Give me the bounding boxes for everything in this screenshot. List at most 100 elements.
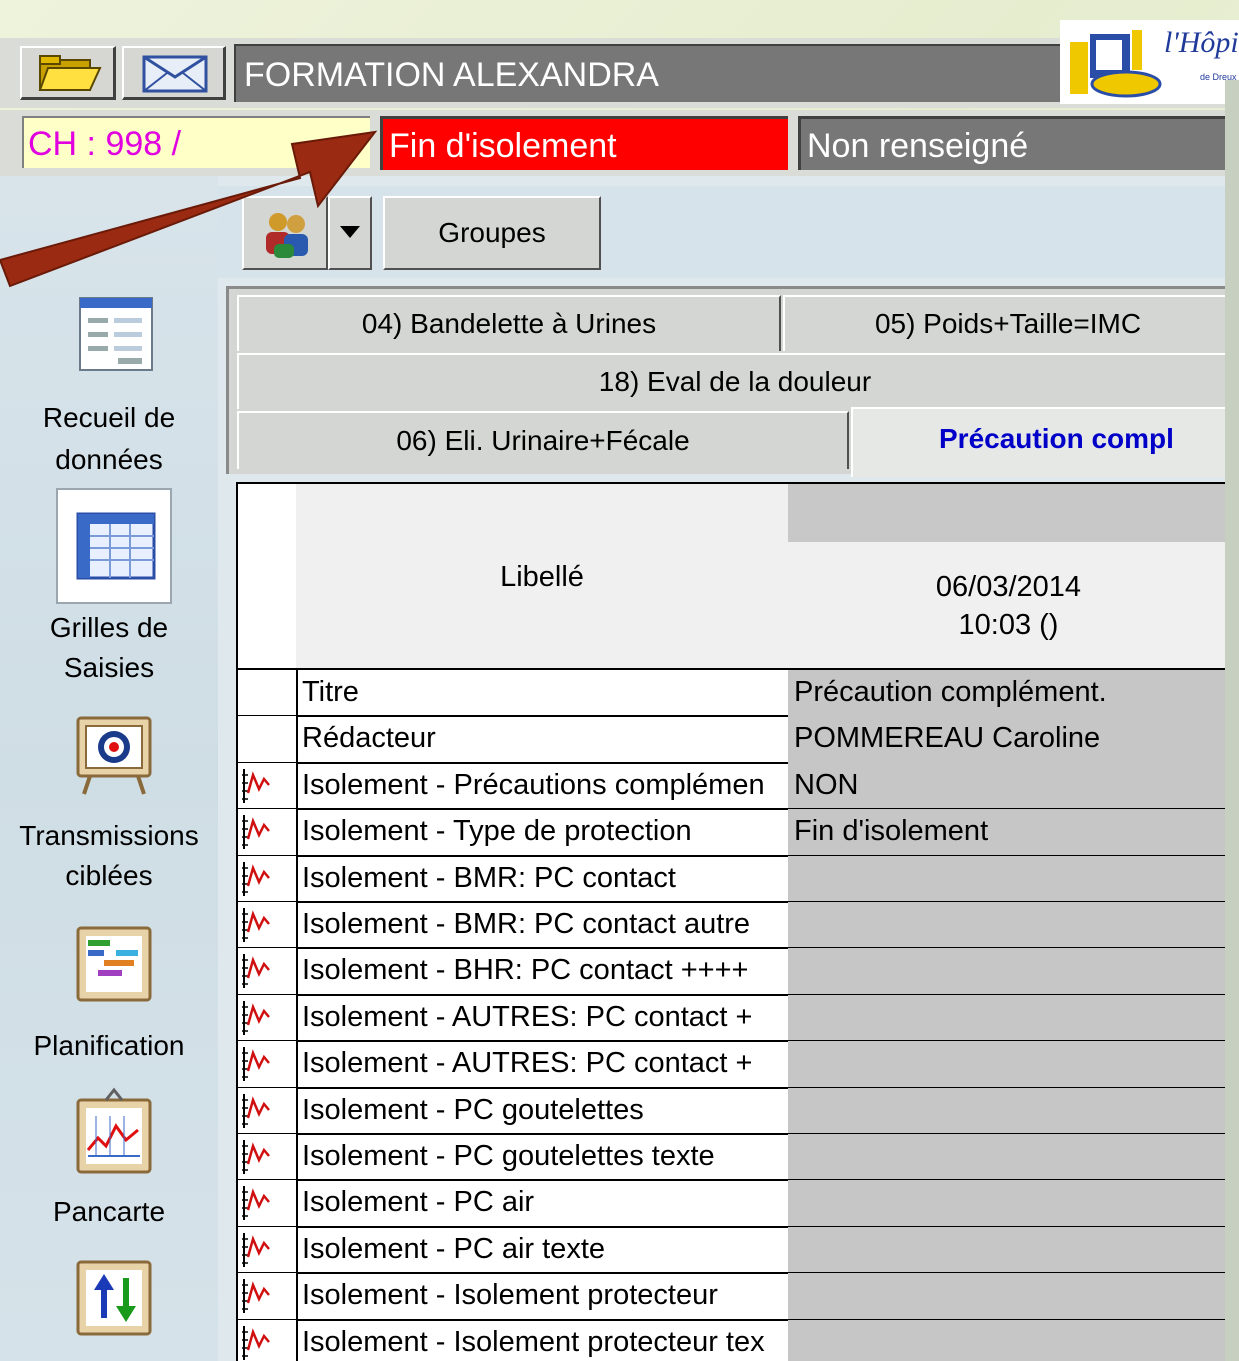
row-value-cell[interactable] [788, 1319, 1225, 1361]
target-icon [76, 716, 152, 795]
date-group-header [788, 484, 1225, 544]
row-value-cell[interactable]: POMMEREAU Caroline [788, 716, 1225, 764]
sidebar-label-grilles-1: Grilles de [49, 612, 169, 643]
row-blank-cell [238, 716, 298, 764]
row-chart-button[interactable] [238, 762, 298, 811]
trend-chart-icon [242, 1279, 270, 1314]
form-icon [79, 297, 153, 371]
row-label: Isolement - PC goutelettes texte [296, 1134, 790, 1182]
open-folder-button[interactable] [20, 46, 116, 100]
gantt-icon [76, 926, 152, 1002]
row-label: Isolement - Type de protection [296, 809, 790, 857]
row-chart-button[interactable] [238, 1134, 298, 1182]
sidebar-label-transmissions-1: Transmissions [19, 820, 199, 851]
hospital-logo: l'Hôpital de Dreux [1060, 20, 1239, 104]
chart-icon [76, 1087, 152, 1174]
row-value-cell[interactable] [788, 948, 1225, 996]
time-label: 10:03 () [958, 609, 1059, 641]
row-label: Isolement - Isolement protecteur tex [296, 1319, 790, 1361]
row-chart-button[interactable] [238, 855, 298, 903]
row-chart-button[interactable] [238, 809, 298, 857]
trend-chart-icon [242, 768, 270, 803]
sidebar: Recueil de données Grilles de Saisies Tr… [0, 176, 218, 1361]
tab-poids-taille[interactable]: 05) Poids+Taille=IMC [783, 295, 1233, 351]
row-value-cell[interactable] [788, 1226, 1225, 1275]
row-chart-button[interactable] [238, 1226, 298, 1275]
row-label: Isolement - BMR: PC contact autre [296, 902, 790, 950]
sidebar-label-recueil-1: Recueil de [42, 402, 176, 433]
trend-chart-icon [242, 1186, 270, 1221]
row-value-cell[interactable] [788, 1087, 1225, 1135]
row-label: Isolement - Précautions complémen [296, 762, 790, 811]
row-value-cell[interactable] [788, 1180, 1225, 1228]
row-chart-button[interactable] [238, 1273, 298, 1321]
logo-building-icon [1070, 30, 1162, 98]
mail-button[interactable] [122, 46, 226, 100]
sidebar-item-grilles[interactable] [56, 488, 172, 604]
tab-bandelette[interactable]: 04) Bandelette à Urines [237, 295, 781, 351]
tab-eval-douleur[interactable]: 18) Eval de la douleur [237, 353, 1233, 409]
info-status-field: Non renseigné [798, 116, 1225, 170]
row-value-cell[interactable]: Précaution complément. [788, 670, 1225, 718]
trend-chart-icon [242, 1325, 270, 1360]
trend-chart-icon [242, 908, 270, 942]
libelle-header[interactable]: Libellé [296, 484, 790, 670]
date-label: 06/03/2014 [935, 571, 1082, 603]
trend-chart-icon [242, 1093, 270, 1128]
row-chart-button[interactable] [238, 994, 298, 1043]
row-chart-button[interactable] [238, 902, 298, 950]
patient-name-field: FORMATION ALEXANDRA [234, 44, 1064, 102]
sidebar-item-transmissions[interactable] [76, 716, 152, 796]
groupes-button[interactable]: Groupes [383, 196, 601, 270]
row-chart-button[interactable] [238, 1180, 298, 1228]
data-grid: Libellé 06/03/2014 10:03 () Titre Précaut… [236, 482, 1225, 1361]
row-label: Rédacteur [296, 716, 790, 764]
sidebar-label-transmissions-2: ciblées [65, 860, 153, 891]
logo-text: l'Hôpital [1164, 26, 1239, 59]
row-value-cell[interactable] [788, 994, 1225, 1043]
row-label: Titre [296, 670, 790, 718]
sidebar-label-planification: Planification [33, 1030, 185, 1061]
trend-chart-icon [242, 1140, 270, 1174]
tabs-area: 04) Bandelette à Urines 05) Poids+Taille… [226, 286, 1233, 477]
isolation-status-field: Fin d'isolement [380, 116, 788, 170]
folder-icon [38, 55, 102, 91]
date-column-header[interactable]: 06/03/2014 10:03 () [788, 542, 1225, 670]
mail-icon [142, 55, 208, 93]
row-label: Isolement - BMR: PC contact [296, 855, 790, 903]
trend-chart-icon [242, 1000, 270, 1035]
sidebar-label-grilles-2: Saisies [63, 652, 155, 683]
annotation-arrow-icon [0, 130, 378, 288]
row-chart-button[interactable] [238, 1319, 298, 1361]
row-value-cell[interactable]: Fin d'isolement [788, 809, 1225, 857]
sidebar-label-recueil-2: données [55, 444, 163, 475]
row-value-cell[interactable] [788, 1273, 1225, 1321]
sidebar-label-pancarte: Pancarte [52, 1196, 166, 1227]
tab-eli-urinaire[interactable]: 06) Eli. Urinaire+Fécale [237, 411, 849, 469]
window-edge [1225, 80, 1239, 1361]
trend-chart-icon [242, 954, 270, 989]
row-label: Isolement - PC air [296, 1180, 790, 1228]
sidebar-item-planification[interactable] [76, 926, 152, 1002]
row-label: Isolement - PC air texte [296, 1226, 790, 1275]
row-chart-button[interactable] [238, 1041, 298, 1089]
sidebar-item-pancarte[interactable] [76, 1086, 152, 1176]
row-blank-cell [238, 670, 298, 718]
row-value-cell[interactable] [788, 855, 1225, 903]
row-label: Isolement - AUTRES: PC contact + [296, 994, 790, 1043]
sidebar-item-recueil[interactable] [78, 296, 154, 372]
row-value-cell[interactable] [788, 902, 1225, 950]
row-chart-button[interactable] [238, 1087, 298, 1135]
row-chart-button[interactable] [238, 948, 298, 996]
trend-chart-icon [242, 815, 270, 850]
sidebar-item-sort[interactable] [76, 1260, 152, 1336]
grid-icon [76, 512, 156, 580]
row-label: Isolement - Isolement protecteur [296, 1273, 790, 1321]
tab-precaution-active[interactable]: Précaution compl [851, 407, 1231, 477]
row-value-cell[interactable] [788, 1041, 1225, 1089]
trend-chart-icon [242, 1232, 270, 1267]
row-label: Isolement - PC goutelettes [296, 1087, 790, 1135]
row-value-cell[interactable] [788, 1134, 1225, 1182]
trend-chart-icon [242, 1047, 270, 1082]
row-value-cell[interactable]: NON [788, 762, 1225, 811]
